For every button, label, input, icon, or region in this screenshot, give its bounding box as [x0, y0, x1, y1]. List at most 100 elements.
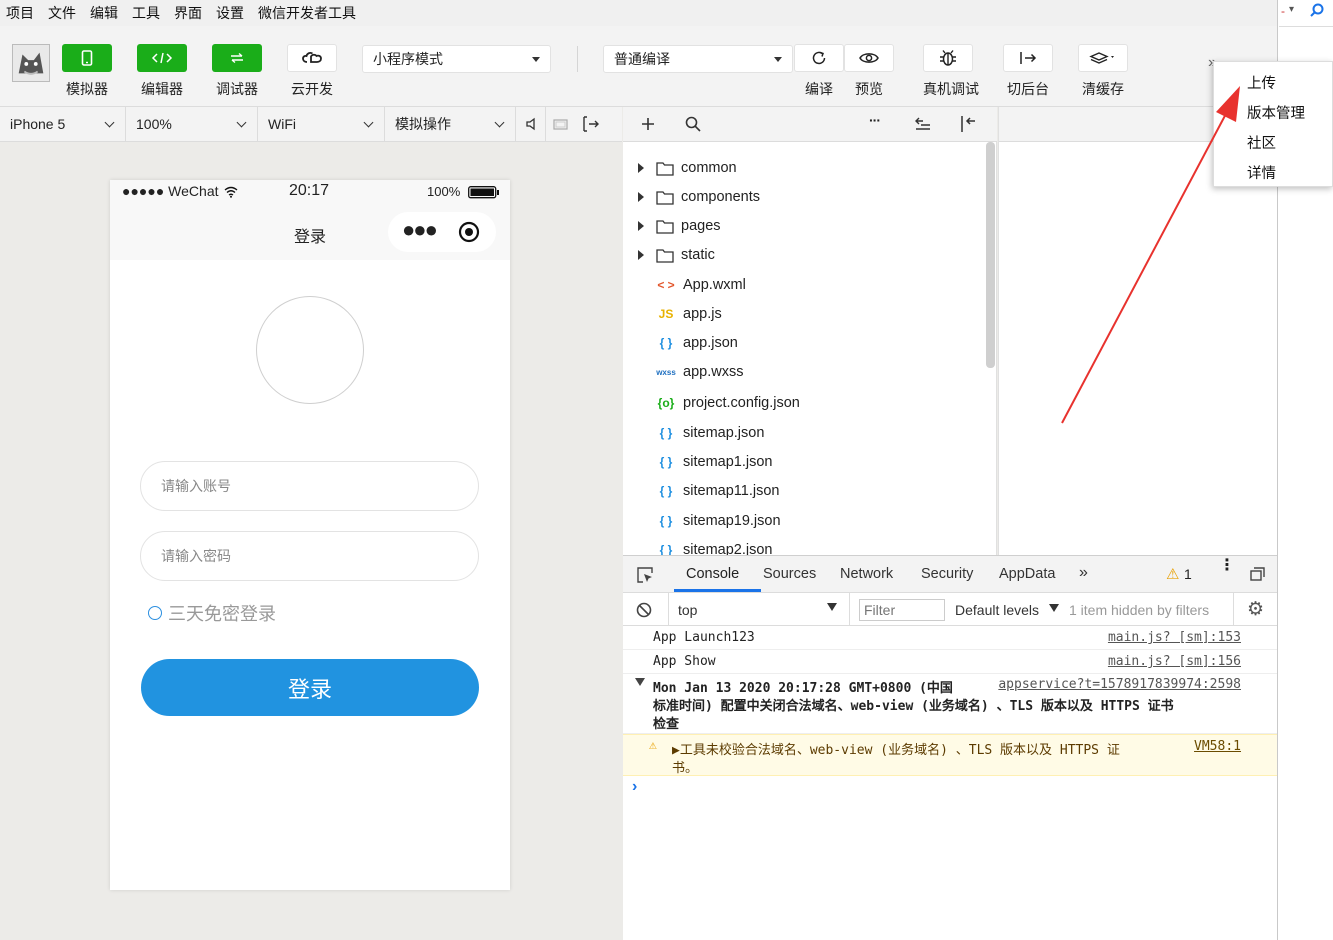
tree-file[interactable]: {o} project.config.json	[623, 390, 800, 416]
cloud-button[interactable]: 云开发	[287, 44, 337, 99]
layers-icon	[1078, 44, 1128, 72]
debugger-label: 调试器	[216, 81, 258, 97]
collapse-all-icon[interactable]	[914, 116, 932, 132]
mode-select[interactable]: 小程序模式	[362, 45, 551, 73]
menu-tools[interactable]: 工具	[132, 3, 160, 23]
compile-button[interactable]: 编译	[794, 44, 844, 99]
menu-item-upload[interactable]: 上传	[1247, 72, 1276, 93]
tab-sources[interactable]: Sources	[763, 566, 816, 582]
device-select[interactable]: iPhone 5	[0, 107, 126, 141]
warning-message-line1: ▶工具未校验合法域名、web-view (业务域名) 、TLS 版本以及 HTT…	[672, 743, 1120, 758]
tree-file[interactable]: { } sitemap.json	[623, 420, 765, 446]
compile-mode-select[interactable]: 普通编译	[603, 45, 793, 73]
menu-project[interactable]: 项目	[6, 3, 34, 23]
undock-icon[interactable]	[1250, 567, 1265, 581]
menu-settings[interactable]: 设置	[216, 3, 244, 23]
kebab-menu-icon[interactable]: ⋮	[1219, 558, 1235, 574]
background-button[interactable]: 切后台	[1003, 44, 1053, 99]
expand-arrow-icon[interactable]	[638, 250, 644, 260]
simulator-label: 模拟器	[66, 81, 108, 97]
expand-arrow-icon[interactable]	[638, 221, 644, 231]
menu-view[interactable]: 界面	[174, 3, 202, 23]
tab-console[interactable]: Console	[686, 566, 739, 582]
tree-folder[interactable]: pages	[623, 213, 721, 239]
wifi-icon	[224, 186, 238, 198]
dock-right-icon	[583, 116, 599, 132]
tree-file[interactable]: JS app.js	[623, 301, 722, 327]
real-device-debug-button[interactable]: 真机调试	[923, 44, 979, 99]
prompt-chevron-icon: ›	[632, 778, 638, 795]
tree-file[interactable]: < > App.wxml	[623, 272, 746, 298]
console-log-row: App Show main.js? [sm]:156	[623, 650, 1277, 674]
tree-item-label: sitemap19.json	[683, 513, 781, 529]
tree-file[interactable]: wxss app.wxss	[623, 359, 743, 385]
menu-item-community[interactable]: 社区	[1247, 132, 1276, 153]
folder-icon	[656, 219, 674, 234]
expand-triangle-icon[interactable]	[635, 678, 645, 686]
active-tab-indicator	[674, 589, 761, 592]
menu-item-details[interactable]: 详情	[1247, 162, 1276, 183]
simulator-button[interactable]: 模拟器	[62, 44, 112, 99]
inspect-element-icon[interactable]	[636, 566, 654, 584]
tab-network[interactable]: Network	[840, 566, 893, 582]
explorer-scrollbar[interactable]	[986, 142, 995, 368]
tree-file[interactable]: { } sitemap1.json	[623, 449, 773, 475]
clear-console-icon[interactable]	[636, 602, 652, 618]
background-mark: -	[1281, 4, 1285, 18]
detach-simulator-button[interactable]	[576, 107, 606, 141]
login-button[interactable]: 登录	[141, 659, 479, 716]
tree-file[interactable]: { } app.json	[623, 330, 738, 356]
gear-icon[interactable]: ⚙	[1247, 598, 1264, 621]
password-input[interactable]	[140, 531, 479, 581]
zoom-select[interactable]: 100%	[126, 107, 258, 141]
console-prompt[interactable]: ›	[623, 776, 1277, 800]
tree-file[interactable]: { } sitemap19.json	[623, 508, 781, 534]
tree-file[interactable]: { } sitemap11.json	[623, 478, 780, 504]
log-source-link[interactable]: main.js? [sm]:153	[1108, 630, 1241, 645]
log-levels-select[interactable]: Default levels	[955, 602, 1039, 618]
editor-button[interactable]: 编辑器	[137, 44, 187, 99]
tree-folder[interactable]: common	[623, 155, 737, 181]
remember-login-option[interactable]: 三天免密登录	[148, 600, 276, 626]
tree-file[interactable]: { } sitemap2.json	[623, 537, 773, 555]
log-source-link[interactable]: main.js? [sm]:156	[1108, 654, 1241, 669]
account-input[interactable]	[140, 461, 479, 511]
search-icon[interactable]	[685, 116, 701, 132]
menu-item-version-management[interactable]: 版本管理	[1247, 102, 1305, 123]
more-icon[interactable]: ···	[869, 112, 881, 128]
debugger-button[interactable]: 调试器	[212, 44, 262, 99]
tree-folder[interactable]: static	[623, 242, 715, 268]
tree-folder[interactable]: components	[623, 184, 760, 210]
tab-appdata[interactable]: AppData	[999, 566, 1055, 582]
close-target-icon[interactable]	[458, 221, 480, 243]
caret-down-icon[interactable]	[827, 603, 837, 611]
network-select[interactable]: WiFi	[258, 107, 385, 141]
expand-arrow-icon[interactable]	[638, 163, 644, 173]
simulate-operation-select[interactable]: 模拟操作	[385, 107, 516, 141]
hide-panel-icon[interactable]	[959, 115, 977, 133]
console-warning-row[interactable]: ⚠ ▶工具未校验合法域名、web-view (业务域名) 、TLS 版本以及 H…	[623, 734, 1277, 776]
more-tabs-icon[interactable]: »	[1079, 564, 1088, 582]
console-log-group[interactable]: Mon Jan 13 2020 20:17:28 GMT+0800 (中国 标准…	[623, 674, 1277, 734]
search-icon[interactable]	[1309, 3, 1325, 19]
menu-wechat-devtools[interactable]: 微信开发者工具	[258, 3, 356, 23]
preview-button[interactable]: 预览	[844, 44, 894, 99]
log-source-link[interactable]: VM58:1	[1194, 739, 1241, 754]
radio-icon[interactable]	[148, 606, 162, 620]
context-select[interactable]: top	[678, 602, 697, 618]
menu-file[interactable]: 文件	[48, 3, 76, 23]
console-filter-input[interactable]	[859, 599, 945, 621]
user-avatar[interactable]	[12, 44, 50, 82]
menu-edit[interactable]: 编辑	[90, 3, 118, 23]
more-dots-icon[interactable]: ●●●	[402, 218, 438, 242]
console-filter-bar: top Default levels 1 item hidden by filt…	[623, 593, 1277, 626]
warning-count[interactable]: 1	[1184, 566, 1192, 582]
rotate-button[interactable]	[546, 107, 576, 141]
file-json-icon: { }	[659, 484, 673, 498]
add-file-icon[interactable]	[640, 116, 656, 132]
caret-down-icon[interactable]	[1049, 604, 1059, 612]
log-source-link[interactable]: appservice?t=1578917839974:2598	[998, 677, 1241, 692]
mute-button[interactable]	[516, 107, 546, 141]
tab-security[interactable]: Security	[921, 566, 973, 582]
expand-arrow-icon[interactable]	[638, 192, 644, 202]
